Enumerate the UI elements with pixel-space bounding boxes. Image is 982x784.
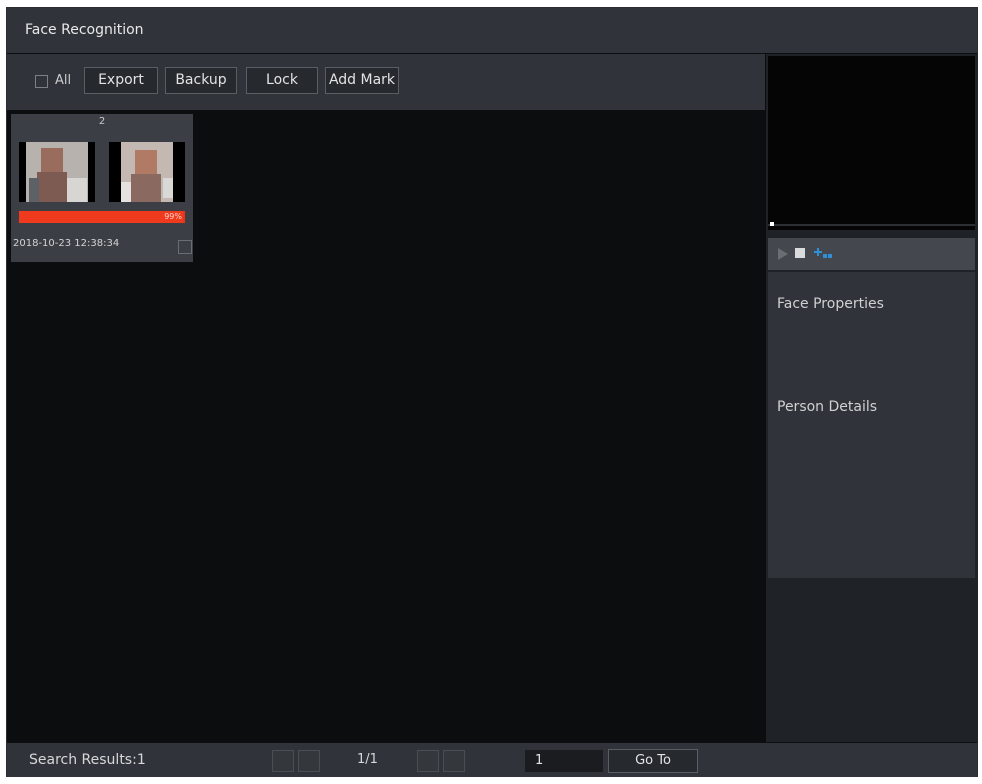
results-grid: 2 99% 2018-10-23 12:38:34 (7, 110, 765, 742)
result-timestamp: 2018-10-23 12:38:34 (13, 238, 120, 249)
export-button[interactable]: Export (84, 67, 158, 94)
status-bar: Search Results:1 1/1 1 Go To (7, 743, 977, 777)
stop-icon[interactable] (795, 248, 805, 258)
last-page-button[interactable] (443, 750, 465, 772)
first-page-button[interactable] (272, 750, 294, 772)
face-properties-label: Face Properties (777, 296, 884, 312)
similarity-bar-fill (19, 211, 184, 223)
playback-tool-icon[interactable] (812, 246, 834, 260)
previous-page-button[interactable] (298, 750, 320, 772)
face-recognition-window: Face Recognition All Export Backup Lock … (6, 7, 978, 777)
lock-button[interactable]: Lock (246, 67, 318, 94)
registered-face-image (109, 142, 185, 202)
similarity-bar: 99% (19, 211, 185, 223)
snapshot-face-image (19, 142, 95, 202)
playback-controls (768, 238, 975, 270)
person-details-label: Person Details (777, 399, 878, 415)
play-icon[interactable] (778, 248, 788, 260)
similarity-value: 99% (164, 212, 182, 221)
toolbar: All Export Backup Lock Add Mark (7, 54, 765, 110)
go-to-button[interactable]: Go To (608, 749, 698, 773)
result-checkbox[interactable] (178, 240, 192, 254)
result-card[interactable]: 2 99% 2018-10-23 12:38:34 (11, 114, 193, 262)
page-indicator: 1/1 (357, 752, 378, 767)
select-all-checkbox[interactable] (35, 75, 48, 88)
progress-handle[interactable] (770, 222, 774, 226)
next-page-button[interactable] (417, 750, 439, 772)
select-all-label: All (55, 73, 72, 88)
backup-button[interactable]: Backup (165, 67, 237, 94)
video-preview (768, 56, 975, 230)
side-panel: Face Properties Person Details (766, 54, 978, 742)
window-title: Face Recognition (7, 8, 977, 53)
result-index: 2 (98, 116, 106, 127)
page-number-input[interactable]: 1 (525, 750, 603, 772)
search-results-count: Search Results:1 (29, 752, 146, 768)
add-mark-button[interactable]: Add Mark (325, 67, 399, 94)
properties-panel: Face Properties Person Details (768, 272, 975, 578)
progress-track[interactable] (768, 224, 975, 226)
